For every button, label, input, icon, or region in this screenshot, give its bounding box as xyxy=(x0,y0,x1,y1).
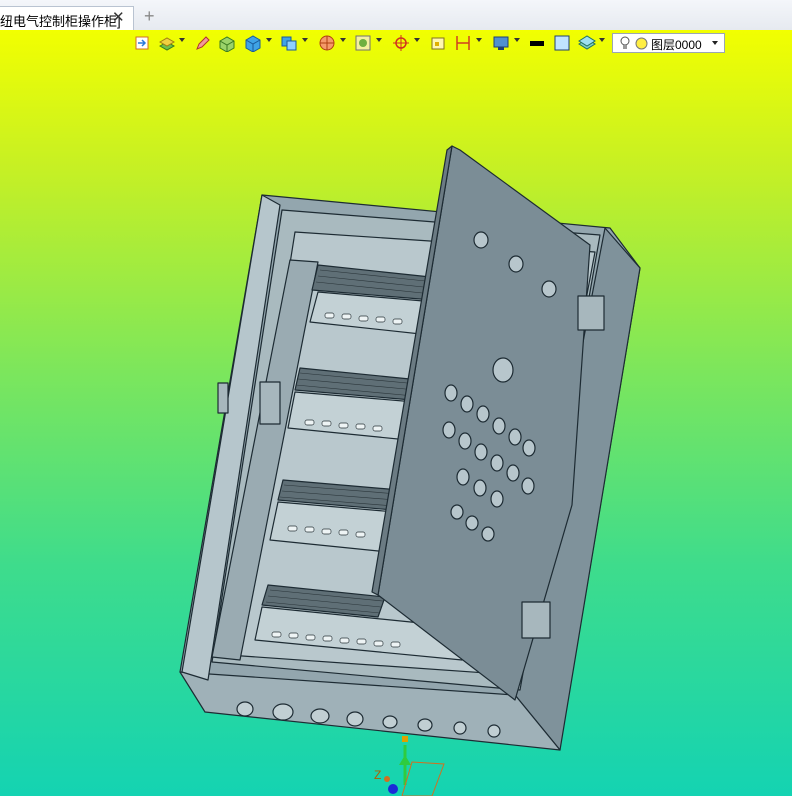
layer-stack-icon[interactable] xyxy=(158,34,176,52)
add-tab-icon[interactable]: + xyxy=(144,6,155,26)
view-cube-icon[interactable] xyxy=(280,34,298,52)
snap-target-icon[interactable] xyxy=(392,34,410,52)
light-bulb-icon[interactable] xyxy=(619,36,631,51)
document-tab[interactable]: 纽电气控制柜操作柜] ✕ xyxy=(0,6,134,30)
document-tab-title: 纽电气控制柜操作柜] xyxy=(0,14,121,29)
chevron-down-icon[interactable] xyxy=(712,41,718,45)
import-icon[interactable] xyxy=(134,34,150,52)
z-axis-label: Z xyxy=(374,768,381,782)
fill-color-icon[interactable] xyxy=(553,34,571,52)
document-tab-bar: 纽电气控制柜操作柜] ✕ + xyxy=(0,0,792,31)
layer-dropdown[interactable]: 图层0000 xyxy=(612,33,725,53)
select-box-icon[interactable] xyxy=(430,34,446,52)
frame-icon[interactable] xyxy=(354,34,372,52)
layer-name: 图层0000 xyxy=(651,38,702,52)
box-solid-icon[interactable] xyxy=(218,34,236,52)
close-icon[interactable]: ✕ xyxy=(112,8,125,26)
axis-triad: Z xyxy=(374,736,445,796)
display-settings-icon[interactable] xyxy=(492,34,510,52)
render-mode-icon[interactable] xyxy=(318,34,336,52)
dimension-icon[interactable] xyxy=(454,34,472,52)
material-icon[interactable] xyxy=(578,34,596,52)
cube-icon[interactable] xyxy=(244,34,262,52)
pen-icon[interactable] xyxy=(194,34,210,52)
line-color-icon[interactable] xyxy=(528,34,546,52)
control-cabinet-model[interactable]: Z xyxy=(0,30,792,796)
layer-color-icon[interactable] xyxy=(635,37,648,50)
